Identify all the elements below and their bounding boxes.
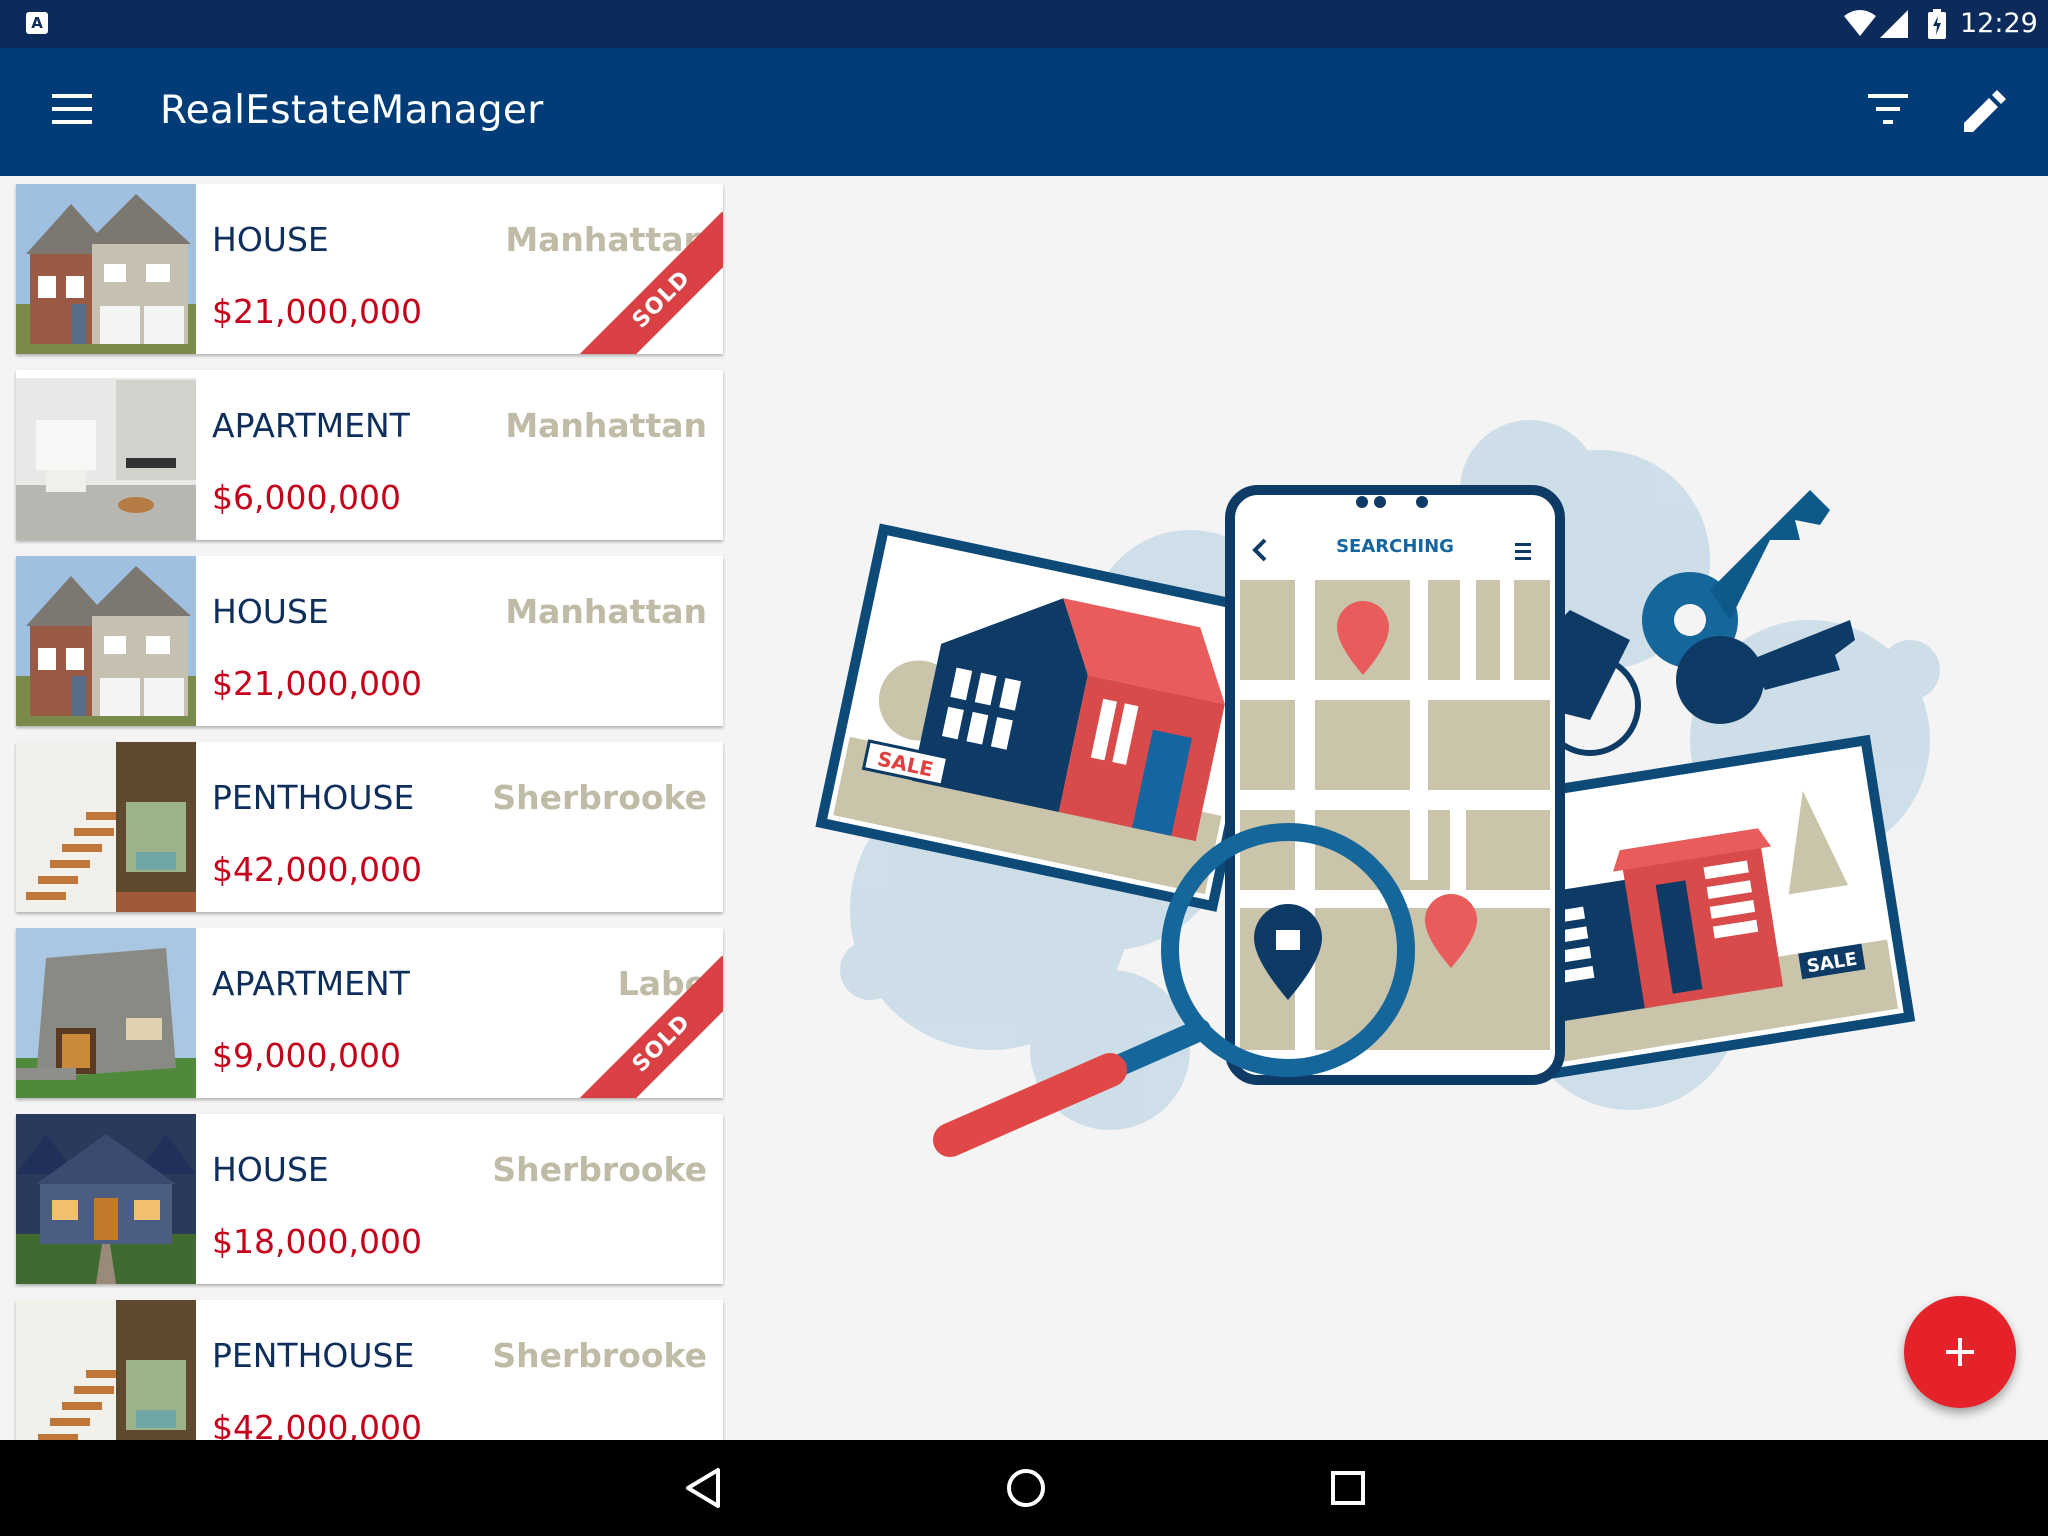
property-card[interactable]: HOUSE Manhattan $21,000,000: [16, 556, 723, 726]
property-type: PENTHOUSE: [212, 1336, 415, 1375]
property-card[interactable]: PENTHOUSE Sherbrooke $42,000,000: [16, 1300, 723, 1440]
battery-charging-icon: [1928, 9, 1946, 39]
add-property-button[interactable]: [1904, 1296, 2016, 1408]
back-icon[interactable]: [682, 1466, 722, 1510]
property-card[interactable]: HOUSE Manhattan $21,000,000 SOLD: [16, 184, 723, 354]
property-list[interactable]: HOUSE Manhattan $21,000,000 SOLD APARTME…: [0, 176, 740, 1440]
property-type: HOUSE: [212, 592, 329, 631]
property-price: $18,000,000: [212, 1222, 422, 1261]
property-city: Sherbrooke: [492, 778, 707, 817]
property-city: Manhattan: [505, 406, 707, 445]
property-photo-penthouse: [16, 742, 196, 912]
property-city: Manhattan: [505, 592, 707, 631]
status-bar: A 12:29: [0, 0, 2048, 48]
property-card[interactable]: PENTHOUSE Sherbrooke $42,000,000: [16, 742, 723, 912]
property-photo-house: [16, 556, 196, 726]
hamburger-menu-icon[interactable]: [52, 94, 92, 124]
property-photo-modern-house: [16, 928, 196, 1098]
property-photo-penthouse: [16, 1300, 196, 1440]
property-city: Manhattan: [505, 220, 707, 259]
system-navigation-bar: [0, 1440, 2048, 1536]
property-type: APARTMENT: [212, 406, 410, 445]
property-card[interactable]: APARTMENT Manhattan $6,000,000: [16, 370, 723, 540]
property-city: Sherbrooke: [492, 1336, 707, 1375]
property-price: $42,000,000: [212, 850, 422, 889]
edit-pencil-icon[interactable]: [1964, 90, 2006, 132]
app-title: RealEstateManager: [160, 88, 544, 133]
property-photo-apartment: [16, 370, 196, 540]
real-estate-search-illustration: SALE SALE SEARCHING: [815, 420, 1940, 1157]
filter-icon[interactable]: [1868, 94, 1908, 124]
wifi-icon: [1844, 10, 1876, 36]
home-icon[interactable]: [1004, 1466, 1048, 1510]
status-clock: 12:29: [1960, 8, 2038, 39]
notification-app-icon: A: [26, 12, 48, 34]
app-bar: RealEstateManager: [0, 48, 2048, 176]
property-type: APARTMENT: [212, 964, 410, 1003]
property-price: $21,000,000: [212, 664, 422, 703]
property-type: PENTHOUSE: [212, 778, 415, 817]
property-card[interactable]: HOUSE Sherbrooke $18,000,000: [16, 1114, 723, 1284]
property-price: $9,000,000: [212, 1036, 401, 1075]
property-type: HOUSE: [212, 220, 329, 259]
property-price: $21,000,000: [212, 292, 422, 331]
phone-searching-label: SEARCHING: [1336, 536, 1454, 557]
property-card[interactable]: APARTMENT Labe $9,000,000 SOLD: [16, 928, 723, 1098]
property-type: HOUSE: [212, 1150, 329, 1189]
property-photo-house: [16, 184, 196, 354]
property-city: Sherbrooke: [492, 1150, 707, 1189]
property-photo-house: [16, 1114, 196, 1284]
plus-icon: [1946, 1338, 1974, 1366]
signal-icon: [1880, 10, 1908, 38]
recent-apps-icon[interactable]: [1330, 1470, 1366, 1506]
property-price: $42,000,000: [212, 1408, 422, 1440]
property-price: $6,000,000: [212, 478, 401, 517]
